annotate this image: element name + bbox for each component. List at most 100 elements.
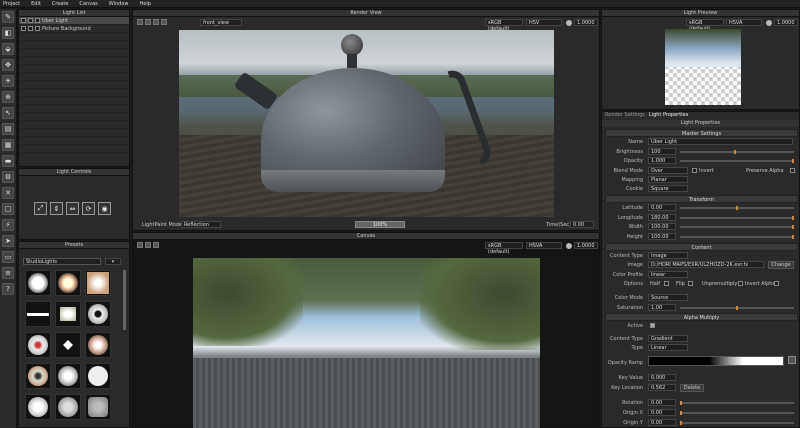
panel-icon[interactable]: ▦ — [2, 139, 14, 151]
preset-thumb[interactable] — [25, 270, 51, 296]
preset-thumb[interactable] — [55, 394, 81, 420]
preset-thumb[interactable] — [55, 363, 81, 389]
preset-thumb[interactable] — [55, 270, 81, 296]
menu-help[interactable]: Help — [140, 1, 151, 7]
paint-bucket-icon[interactable]: ⬙ — [2, 43, 14, 55]
preview-color-mode-select[interactable]: HSVA — [726, 19, 762, 26]
camera-select[interactable]: front_view — [200, 19, 242, 26]
close-icon[interactable]: ✕ — [2, 187, 14, 199]
menu-project[interactable]: Project — [3, 1, 20, 7]
origin-x-field[interactable]: 0.00 — [648, 409, 676, 416]
flip-checkbox[interactable] — [688, 281, 693, 286]
light-list-item[interactable]: Uber Light — [19, 17, 129, 25]
zoom-icon[interactable] — [161, 19, 167, 25]
saturation-slider[interactable] — [680, 306, 794, 310]
color-mode-select[interactable]: Source — [648, 294, 688, 301]
color-profile-select[interactable]: linear — [648, 271, 688, 278]
preset-thumb[interactable] — [85, 394, 111, 420]
opacity-field[interactable]: 1.000 — [648, 157, 676, 164]
stretch-light-icon[interactable]: ⇔ — [66, 202, 79, 215]
tab-render-settings[interactable]: Render Settings — [605, 112, 645, 119]
transform-header[interactable]: Transform — [605, 195, 798, 203]
preset-thumb[interactable] — [85, 332, 111, 358]
unpremultiply-checkbox[interactable] — [738, 281, 743, 286]
height-slider[interactable] — [680, 235, 794, 239]
move-icon[interactable]: ✥ — [2, 59, 14, 71]
exposure-icon[interactable] — [566, 20, 572, 26]
menu-canvas[interactable]: Canvas — [79, 1, 97, 7]
frame-icon[interactable] — [145, 242, 151, 248]
width-slider[interactable] — [680, 225, 794, 229]
solo-checkbox[interactable] — [28, 18, 33, 23]
master-settings-header[interactable]: Master Settings — [605, 129, 798, 137]
target-icon[interactable]: ⊕ — [2, 91, 14, 103]
paint-mode-select[interactable]: Reflection — [181, 221, 221, 228]
cursor-icon[interactable]: ➤ — [2, 235, 14, 247]
preset-category-select[interactable]: StudioLights — [23, 258, 101, 265]
canvas-color-mode-select[interactable]: HSVA — [526, 242, 562, 249]
snapshot-icon[interactable] — [137, 19, 143, 25]
content-type-select[interactable]: Image — [648, 252, 688, 259]
preset-thumb[interactable] — [25, 363, 51, 389]
preset-thumb[interactable] — [25, 332, 51, 358]
center-light-icon[interactable]: ◉ — [98, 202, 111, 215]
rotate-light-icon[interactable]: ⟳ — [82, 202, 95, 215]
preset-thumb[interactable] — [25, 394, 51, 420]
preset-thumb[interactable] — [85, 301, 111, 327]
time-field[interactable]: 0.00 — [570, 221, 594, 228]
zoom-icon[interactable] — [153, 242, 159, 248]
origin-y-field[interactable]: 0.00 — [648, 419, 676, 426]
pointer-icon[interactable]: ↖ — [2, 107, 14, 119]
invert-alpha-checkbox[interactable] — [774, 281, 779, 286]
preview-colorspace-select[interactable]: sRGB (default) — [686, 19, 724, 32]
help-icon[interactable]: ? — [2, 283, 14, 295]
preset-thumb[interactable] — [85, 270, 111, 296]
preset-dropdown-icon[interactable]: ▾ — [105, 258, 121, 265]
image-path-field[interactable]: D:/HDRI MAPS/EXR/ULZHOZD-2K.exr.fx — [648, 261, 764, 268]
frame-icon[interactable] — [153, 19, 159, 25]
gradient-icon[interactable]: ▤ — [2, 123, 14, 135]
layers-icon[interactable]: ≡ — [2, 267, 14, 279]
opacity-slider[interactable] — [680, 159, 794, 163]
rotation-slider[interactable] — [680, 401, 794, 405]
hdri-canvas-image[interactable] — [193, 258, 540, 428]
mapping-select[interactable]: Planar — [648, 176, 688, 183]
rotation-field[interactable]: 0.00 — [648, 399, 676, 406]
canvas-exposure-field[interactable]: 1.0000 — [574, 242, 598, 249]
render-image[interactable] — [179, 30, 554, 217]
select-icon[interactable] — [145, 19, 151, 25]
key-value-field[interactable]: 0.000 — [648, 374, 676, 381]
visibility-checkbox[interactable] — [21, 18, 26, 23]
width-field[interactable]: 100.00 — [648, 223, 676, 230]
cookie-select[interactable]: Square — [648, 185, 688, 192]
tab-light-properties[interactable]: Light Properties — [649, 112, 688, 119]
preset-thumb[interactable] — [25, 301, 51, 327]
exposure-field[interactable]: 1.0000 — [574, 19, 598, 26]
opacity-ramp-gradient[interactable] — [648, 356, 784, 366]
wand-icon[interactable]: ⚡ — [2, 219, 14, 231]
eraser-icon[interactable]: ◧ — [2, 27, 14, 39]
longitude-slider[interactable] — [680, 216, 794, 220]
half-checkbox[interactable] — [664, 281, 669, 286]
preview-exposure-field[interactable]: 1.0000 — [774, 19, 798, 26]
menu-create[interactable]: Create — [52, 1, 69, 7]
key-location-field[interactable]: 0.562 — [648, 384, 676, 391]
alpha-content-type-select[interactable]: Gradient — [648, 335, 688, 342]
exposure-icon[interactable] — [766, 20, 772, 26]
brush-icon[interactable]: ✎ — [2, 11, 14, 23]
origin-y-slider[interactable] — [680, 421, 794, 425]
strip-icon[interactable]: ▬ — [2, 155, 14, 167]
invert-checkbox[interactable] — [692, 168, 697, 173]
longitude-field[interactable]: 180.00 — [648, 214, 676, 221]
preset-thumb[interactable] — [55, 332, 81, 358]
content-header[interactable]: Content — [605, 243, 798, 251]
lock-checkbox[interactable] — [35, 26, 40, 31]
latitude-slider[interactable] — [680, 206, 794, 210]
menu-edit[interactable]: Edit — [31, 1, 41, 7]
color-mode-select[interactable]: HSV — [526, 19, 562, 26]
gear-icon[interactable]: ⚙ — [2, 171, 14, 183]
preset-thumb[interactable] — [55, 301, 81, 327]
select-icon[interactable] — [137, 242, 143, 248]
blend-mode-select[interactable]: Over — [648, 167, 688, 174]
presets-scrollbar[interactable] — [123, 270, 126, 330]
